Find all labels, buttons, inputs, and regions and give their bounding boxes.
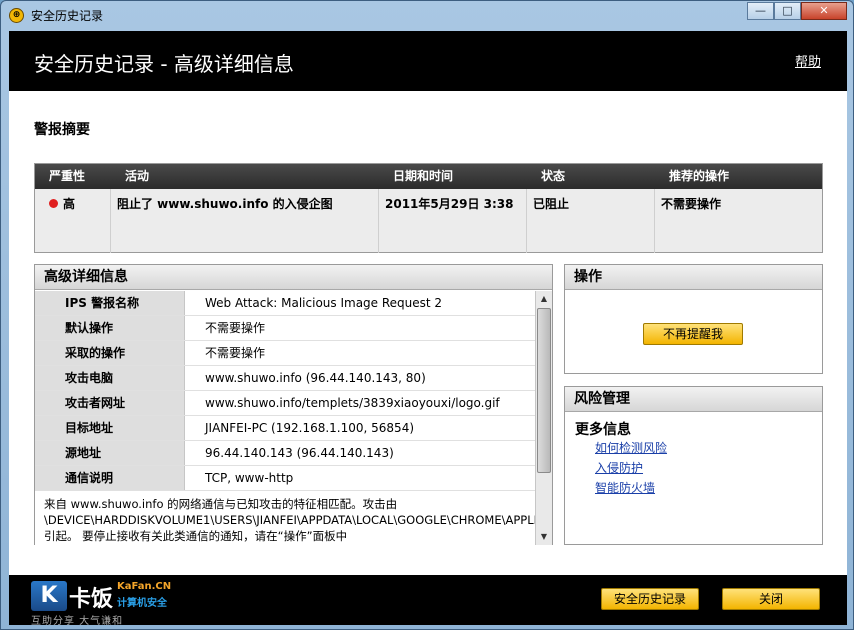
page-title: 安全历史记录 - 高级详细信息 (34, 52, 294, 76)
details-list: IPS 警报名称 Web Attack: Malicious Image Requ… (35, 291, 535, 491)
detail-key: 通信说明 (35, 466, 185, 490)
column-recommended[interactable]: 推荐的操作 (655, 164, 822, 189)
header-bar: 安全历史记录 - 高级详细信息 帮助 (9, 31, 847, 91)
scroll-down-icon[interactable]: ▼ (536, 529, 552, 545)
detail-row-target-address: 目标地址 JIANFEI-PC (192.168.1.100, 56854) (35, 416, 535, 441)
datetime-cell: 2011年5月29日 3:38 (379, 189, 527, 253)
actions-panel-title: 操作 (565, 265, 822, 290)
detail-value: www.shuwo.info (96.44.140.143, 80) (205, 371, 426, 385)
detail-row-default-action: 默认操作 不需要操作 (35, 316, 535, 341)
maximize-button[interactable]: □ (774, 2, 801, 20)
details-scrollbar[interactable]: ▲ ▼ (535, 291, 552, 545)
detail-row-ips-name: IPS 警报名称 Web Attack: Malicious Image Requ… (35, 291, 535, 316)
link-intrusion-prevention[interactable]: 入侵防护 (595, 459, 643, 476)
detail-row-source-address: 源地址 96.44.140.143 (96.44.140.143) (35, 441, 535, 466)
logo-name: 卡饭 (69, 587, 114, 612)
kafan-logo: K 卡饭 KaFan.CN 计算机安全 互助分享 大气谦和 (31, 581, 201, 627)
detail-key: 目标地址 (35, 416, 185, 440)
detail-key: IPS 警报名称 (35, 291, 185, 315)
detail-value: www.shuwo.info/templets/3839xiaoyouxi/lo… (205, 396, 500, 410)
window-title: 安全历史记录 (31, 9, 104, 23)
column-status[interactable]: 状态 (527, 164, 655, 189)
risk-management-panel: 风险管理 更多信息 如何检测风险 入侵防护 智能防火墙 (564, 386, 823, 545)
help-link[interactable]: 帮助 (795, 51, 821, 70)
detail-value: Web Attack: Malicious Image Request 2 (205, 296, 443, 310)
close-window-button[interactable]: ✕ (801, 2, 847, 20)
detail-value: 不需要操作 (205, 321, 266, 335)
more-info-heading: 更多信息 (575, 422, 631, 438)
table-row[interactable]: 高 阻止了 www.shuwo.info 的入侵企图 2011年5月29日 3:… (35, 189, 822, 253)
alert-summary-label: 警报摘要 (34, 122, 90, 138)
app-window: ⊕ 安全历史记录 — □ ✕ 安全历史记录 - 高级详细信息 帮助 警报摘要 严… (0, 0, 854, 630)
scroll-up-icon[interactable]: ▲ (536, 291, 552, 307)
detail-value: TCP, www-http (205, 471, 294, 485)
details-panel-title: 高级详细信息 (35, 265, 552, 290)
footer-bar: K 卡饭 KaFan.CN 计算机安全 互助分享 大气谦和 安全历史记录 关闭 (9, 575, 847, 627)
detail-value: 不需要操作 (205, 346, 266, 360)
detail-key: 攻击电脑 (35, 366, 185, 390)
advanced-details-panel: 高级详细信息 IPS 警报名称 Web Attack: Malicious Ima… (34, 264, 553, 545)
alert-summary-table: 严重性 活动 日期和时间 状态 推荐的操作 高 阻止了 www.shuwo.in… (34, 163, 823, 253)
detail-row-attacker-url: 攻击者网址 www.shuwo.info/templets/3839xiaoyou… (35, 391, 535, 416)
dont-remind-button[interactable]: 不再提醒我 (643, 323, 743, 345)
norton-app-icon: ⊕ (9, 8, 24, 23)
logo-subtitle: 计算机安全 (117, 598, 167, 609)
severity-cell: 高 (35, 189, 111, 253)
link-smart-firewall[interactable]: 智能防火墙 (595, 479, 655, 496)
detail-key: 攻击者网址 (35, 391, 185, 415)
detail-key: 采取的操作 (35, 341, 185, 365)
alert-description: 来自 www.shuwo.info 的网络通信与已知攻击的特征相匹配。攻击由 \… (35, 491, 535, 545)
status-cell: 已阻止 (527, 189, 655, 253)
detail-row-attacker-pc: 攻击电脑 www.shuwo.info (96.44.140.143, 80) (35, 366, 535, 391)
window-controls: — □ ✕ (747, 2, 847, 20)
client-area: 安全历史记录 - 高级详细信息 帮助 警报摘要 严重性 活动 日期和时间 状态 … (9, 31, 847, 627)
column-activity[interactable]: 活动 (111, 164, 379, 189)
security-history-button[interactable]: 安全历史记录 (601, 588, 699, 610)
logo-mark: K (31, 581, 67, 611)
logo-site: KaFan.CN (117, 581, 172, 592)
detail-value: JIANFEI-PC (192.168.1.100, 56854) (205, 421, 415, 435)
recommended-cell: 不需要操作 (661, 197, 722, 211)
column-datetime[interactable]: 日期和时间 (379, 164, 527, 189)
detail-value: 96.44.140.143 (96.44.140.143) (205, 446, 394, 460)
title-bar[interactable]: ⊕ 安全历史记录 — □ ✕ (1, 1, 853, 29)
link-detect-risk[interactable]: 如何检测风险 (595, 439, 667, 456)
logo-tagline: 互助分享 大气谦和 (31, 616, 124, 627)
detail-row-action-taken: 采取的操作 不需要操作 (35, 341, 535, 366)
scroll-thumb[interactable] (537, 308, 551, 473)
activity-cell: 阻止了 www.shuwo.info 的入侵企图 (111, 189, 379, 253)
detail-key: 源地址 (35, 441, 185, 465)
table-header: 严重性 活动 日期和时间 状态 推荐的操作 (35, 164, 822, 189)
severity-value: 高 (63, 197, 76, 211)
column-severity[interactable]: 严重性 (35, 164, 111, 189)
close-button[interactable]: 关闭 (722, 588, 820, 610)
minimize-button[interactable]: — (747, 2, 774, 20)
severity-high-icon (49, 199, 58, 208)
detail-key: 默认操作 (35, 316, 185, 340)
detail-row-traffic: 通信说明 TCP, www-http (35, 466, 535, 491)
risk-panel-title: 风险管理 (565, 387, 822, 412)
actions-panel: 操作 不再提醒我 (564, 264, 823, 374)
